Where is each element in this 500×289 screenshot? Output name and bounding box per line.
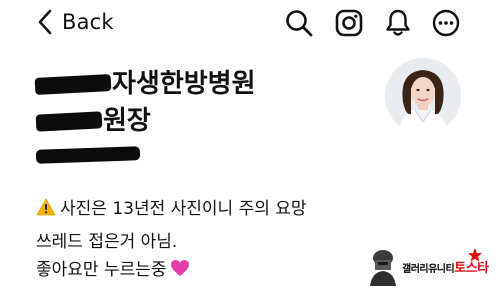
search-icon[interactable] <box>284 8 314 38</box>
post-text-3: 좋아요만 누르는중 <box>36 260 167 280</box>
more-icon[interactable] <box>431 8 461 38</box>
redacted-username <box>35 146 141 164</box>
heart-icon <box>170 260 189 276</box>
bell-icon[interactable] <box>383 8 413 38</box>
redaction-mark <box>34 74 112 95</box>
instagram-icon[interactable] <box>334 8 364 38</box>
post-text-2: 쓰레드 접은거 아님. <box>36 232 178 252</box>
profile-title-visible: 원장 <box>103 106 151 136</box>
top-bar: Back <box>0 0 500 48</box>
back-button[interactable]: Back <box>38 9 114 35</box>
soldier-logo-icon <box>366 246 400 286</box>
post-line-3: 좋아요만 누르는중 <box>36 255 190 280</box>
chevron-left-icon <box>38 9 52 35</box>
profile-name-visible: 자생한방병원 <box>112 69 256 99</box>
post-line-2: 쓰레드 접은거 아님. <box>36 227 177 252</box>
avatar-photo <box>385 58 461 134</box>
watermark: 갤러리유니티토스타 <box>366 246 494 286</box>
avatar[interactable] <box>385 58 461 134</box>
watermark-site: 갤러리유니티 <box>402 263 455 275</box>
back-label: Back <box>62 10 114 34</box>
post-text-1: 사진은 13년전 사진이니 주의 요망 <box>60 199 307 219</box>
post-line-1: 사진은 13년전 사진이니 주의 요망 <box>36 194 307 219</box>
profile-name: 자생한방병원 <box>34 63 256 100</box>
warning-icon <box>36 198 56 216</box>
star-icon <box>466 246 484 264</box>
redaction-mark <box>35 111 103 132</box>
profile-title: 원장 <box>35 100 151 137</box>
